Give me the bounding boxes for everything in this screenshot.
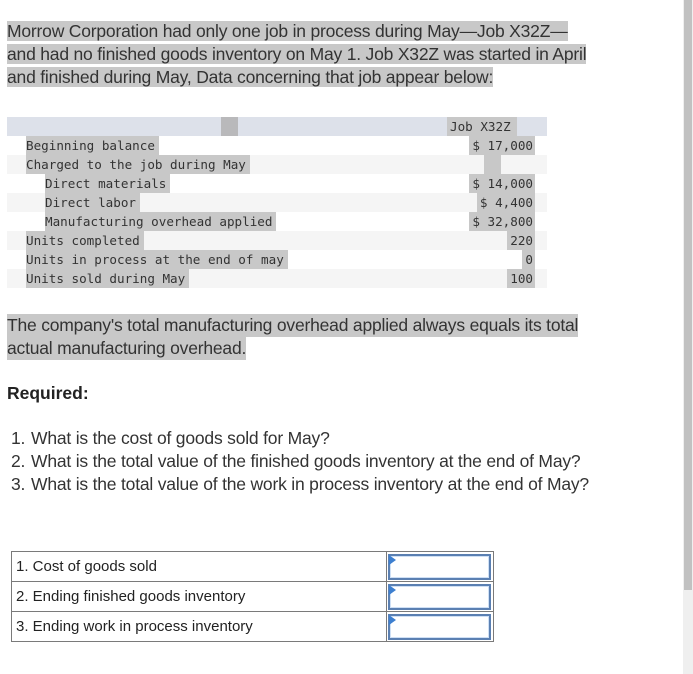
intro-line: and finished during May, Data concerning… bbox=[7, 67, 494, 87]
table-row: Units completed 220 bbox=[7, 231, 547, 250]
question-list: 1. What is the cost of goods sold for May… bbox=[7, 427, 682, 496]
row-value: $ 32,800 bbox=[469, 212, 535, 231]
row-label: Direct labor bbox=[45, 193, 140, 212]
ending-finished-goods-input[interactable] bbox=[388, 583, 491, 610]
problem-intro: Morrow Corporation had only one job in p… bbox=[7, 20, 682, 89]
table-row: Beginning balance $ 17,000 bbox=[7, 136, 547, 155]
answer-label: 2. Ending finished goods inventory bbox=[11, 581, 387, 612]
row-label: Units sold during May bbox=[26, 269, 190, 288]
empty-value-block bbox=[484, 155, 501, 174]
row-value: 100 bbox=[507, 269, 535, 288]
answer-row: 2. Ending finished goods inventory bbox=[11, 581, 494, 612]
question-item: 1. What is the cost of goods sold for May… bbox=[11, 428, 330, 448]
table-row: Direct labor $ 4,400 bbox=[7, 193, 547, 212]
intro-line: and had no finished goods inventory on M… bbox=[7, 44, 587, 64]
row-label: Direct materials bbox=[45, 174, 171, 193]
job-data-table: Job X32Z Beginning balance $ 17,000 Char… bbox=[7, 117, 547, 288]
vertical-scrollbar[interactable] bbox=[683, 0, 693, 674]
table-header-row: Job X32Z bbox=[7, 117, 547, 136]
table-row: Units in process at the end of may 0 bbox=[7, 250, 547, 269]
row-label: Beginning balance bbox=[26, 136, 159, 155]
table-row: Manufacturing overhead applied $ 32,800 bbox=[7, 212, 547, 231]
row-label: Units in process at the end of may bbox=[26, 250, 288, 269]
answer-label: 3. Ending work in process inventory bbox=[11, 611, 387, 642]
row-value: $ 4,400 bbox=[476, 193, 535, 212]
answer-table: 1. Cost of goods sold 2. Ending finished… bbox=[11, 551, 494, 642]
answer-row: 1. Cost of goods sold bbox=[11, 551, 494, 582]
overhead-note: The company's total manufacturing overhe… bbox=[7, 314, 682, 360]
question-item: 2. What is the total value of the finishe… bbox=[11, 451, 581, 471]
note-line: The company's total manufacturing overhe… bbox=[7, 314, 579, 337]
column-header-job: Job X32Z bbox=[447, 117, 517, 136]
row-value: $ 17,000 bbox=[469, 136, 535, 155]
row-label: Charged to the job during May bbox=[26, 155, 250, 174]
table-row: Charged to the job during May bbox=[7, 155, 547, 174]
header-selection-block bbox=[221, 117, 238, 136]
row-value: $ 14,000 bbox=[469, 174, 535, 193]
table-row: Direct materials $ 14,000 bbox=[7, 174, 547, 193]
row-label: Units completed bbox=[26, 231, 144, 250]
row-value: 220 bbox=[507, 231, 535, 250]
required-heading: Required: bbox=[7, 383, 89, 403]
intro-line: Morrow Corporation had only one job in p… bbox=[7, 21, 568, 41]
note-line: actual manufacturing overhead. bbox=[7, 337, 247, 360]
cost-of-goods-sold-input[interactable] bbox=[388, 553, 491, 580]
question-item: 3. What is the total value of the work in… bbox=[11, 474, 589, 494]
scrollbar-thumb[interactable] bbox=[684, 0, 692, 590]
row-value: 0 bbox=[522, 250, 535, 269]
answer-label: 1. Cost of goods sold bbox=[11, 551, 387, 582]
ending-wip-input[interactable] bbox=[388, 613, 491, 640]
row-label: Manufacturing overhead applied bbox=[45, 212, 277, 231]
answer-row: 3. Ending work in process inventory bbox=[11, 611, 494, 642]
table-row: Units sold during May 100 bbox=[7, 269, 547, 288]
